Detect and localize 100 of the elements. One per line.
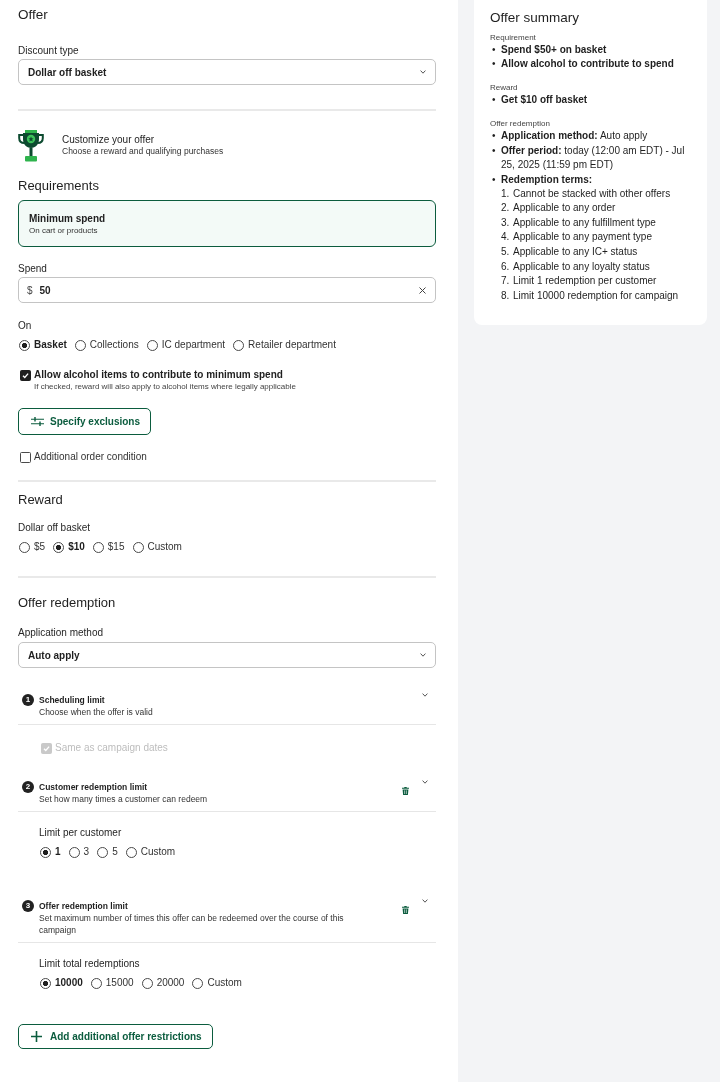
list-number: 1. — [501, 186, 511, 201]
radio-label: Custom — [207, 976, 242, 990]
limit-title: Customer redemption limit — [39, 781, 149, 793]
list-number: 8. — [501, 288, 511, 303]
checkbox[interactable] — [20, 451, 31, 463]
list-bullet: • — [491, 143, 497, 158]
summary-heading: Requirement — [490, 31, 537, 43]
radio-label: Custom — [140, 845, 176, 859]
radio-button[interactable] — [19, 339, 30, 351]
radio-button[interactable] — [40, 977, 51, 989]
summary-item: Get $10 off basket — [501, 93, 588, 108]
add-restrictions-button[interactable]: Add additional offer restrictions — [18, 1024, 213, 1049]
radio-label: 3 — [83, 845, 90, 859]
radio-button[interactable] — [74, 339, 86, 351]
list-number: 4. — [501, 230, 511, 245]
summary-item: Application method: Auto apply — [501, 129, 648, 144]
application-method-select[interactable]: Auto apply — [18, 642, 436, 668]
field-label: Dollar off basket — [18, 521, 92, 535]
section-title: Offer redemption — [18, 594, 117, 612]
summary-term: Limit 1 redemption per customer — [513, 274, 657, 289]
chevron-down-icon[interactable] — [422, 693, 428, 697]
radio-label: IC department — [161, 338, 226, 352]
list-number: 5. — [501, 245, 511, 260]
list-bullet: • — [491, 173, 497, 188]
limit-header[interactable]: 1 Scheduling limit Choose when the offer is valid — [18, 692, 436, 725]
chevron-down-icon — [420, 653, 426, 657]
radio-label: $10 — [68, 540, 85, 554]
summary-item: Spend $50+ on basket — [501, 42, 607, 57]
step-number: 2 — [22, 781, 34, 793]
spend-input[interactable]: $ 50 — [18, 277, 436, 303]
list-bullet: • — [491, 129, 497, 144]
section-title: Reward — [18, 491, 64, 509]
radio-button[interactable] — [132, 541, 144, 553]
field-label: Spend — [18, 262, 48, 276]
radio-button[interactable] — [92, 541, 104, 553]
radio-label: $5 — [34, 540, 46, 554]
checkbox-label: Allow alcohol items to contribute to minimum spend — [34, 368, 284, 382]
plus-icon — [31, 1031, 42, 1042]
chevron-down-icon — [420, 70, 426, 74]
radio-button[interactable] — [125, 846, 137, 858]
field-label: Limit per customer — [39, 826, 123, 840]
checkbox-label: Additional order condition — [34, 450, 147, 464]
radio-button[interactable] — [19, 541, 30, 553]
radio-button[interactable] — [146, 339, 158, 351]
summary-term: Applicable to any loyalty status — [513, 259, 650, 274]
radio-label: 10000 — [55, 976, 83, 990]
list-number: 7. — [501, 274, 511, 289]
radio-button[interactable] — [233, 339, 245, 351]
limit-description: Choose when the offer is valid — [39, 706, 153, 718]
field-label: Discount type — [18, 44, 80, 58]
radio-button[interactable] — [141, 977, 153, 989]
summary-title: Offer summary — [490, 9, 580, 27]
radio-button[interactable] — [97, 846, 109, 858]
clear-icon[interactable] — [419, 286, 426, 294]
sliders-icon — [31, 417, 44, 426]
customize-subtitle: Choose a reward and qualifying purchases — [62, 146, 224, 157]
radio-button[interactable] — [90, 977, 102, 989]
trash-icon[interactable] — [402, 787, 409, 795]
limit-header[interactable]: 2 Customer redemption limit Set how many times a customer can redeem — [18, 779, 436, 812]
limit-title: Offer redemption limit — [39, 900, 129, 912]
summary-item: Offer period: today (12:00 am EDT) - Jul 25, 2025 (11:59 pm EDT) — [501, 143, 686, 173]
list-number: 6. — [501, 259, 511, 274]
card-title: Minimum spend — [29, 212, 107, 225]
minimum-spend-card[interactable]: Minimum spend On cart or products — [18, 200, 436, 247]
radio-label: $15 — [107, 540, 125, 554]
field-label: On — [18, 319, 33, 333]
summary-item: Allow alcohol to contribute to spend — [501, 57, 674, 72]
radio-button[interactable] — [53, 541, 65, 553]
summary-heading: Offer redemption — [490, 118, 551, 130]
trash-icon[interactable] — [402, 906, 409, 914]
list-number: 3. — [501, 215, 511, 230]
chevron-down-icon[interactable] — [422, 899, 428, 903]
radio-label: 15000 — [105, 976, 134, 990]
limit-description: Set how many times a customer can redeem — [39, 793, 208, 805]
summary-term: Applicable to any payment type — [513, 230, 652, 245]
checkbox[interactable] — [20, 369, 31, 381]
chevron-down-icon[interactable] — [422, 780, 428, 784]
radio-label: 1 — [55, 845, 61, 859]
radio-label: Basket — [34, 338, 67, 352]
summary-heading: Reward — [490, 82, 519, 94]
radio-button[interactable] — [192, 977, 204, 989]
summary-term: Applicable to any order — [513, 201, 616, 216]
section-title: Requirements — [18, 177, 100, 195]
limit-title: Scheduling limit — [39, 694, 106, 706]
spend-value: 50 — [39, 284, 52, 296]
trophy-icon — [18, 130, 44, 162]
specify-exclusions-button[interactable]: Specify exclusions — [18, 408, 152, 435]
radio-label: 5 — [112, 845, 118, 859]
radio-label: Custom — [147, 540, 182, 554]
summary-term: Cannot be stacked with other offers — [513, 186, 671, 201]
limit-header[interactable]: 3 Offer redemption limit Set maximum number of times this offer can be redeemed over the course of this campaign — [18, 898, 436, 943]
radio-button[interactable] — [68, 846, 80, 858]
customize-title: Customize your offer — [62, 134, 156, 146]
summary-term: Applicable to any fulfillment type — [513, 215, 656, 230]
radio-button[interactable] — [40, 846, 51, 858]
checkbox-label: Same as campaign dates — [55, 741, 168, 755]
section-title: Offer — [18, 6, 49, 24]
discount-type-select[interactable]: Dollar off basket — [18, 59, 436, 85]
field-label: Limit total redemptions — [39, 957, 141, 971]
summary-term: Applicable to any IC+ status — [513, 245, 638, 260]
